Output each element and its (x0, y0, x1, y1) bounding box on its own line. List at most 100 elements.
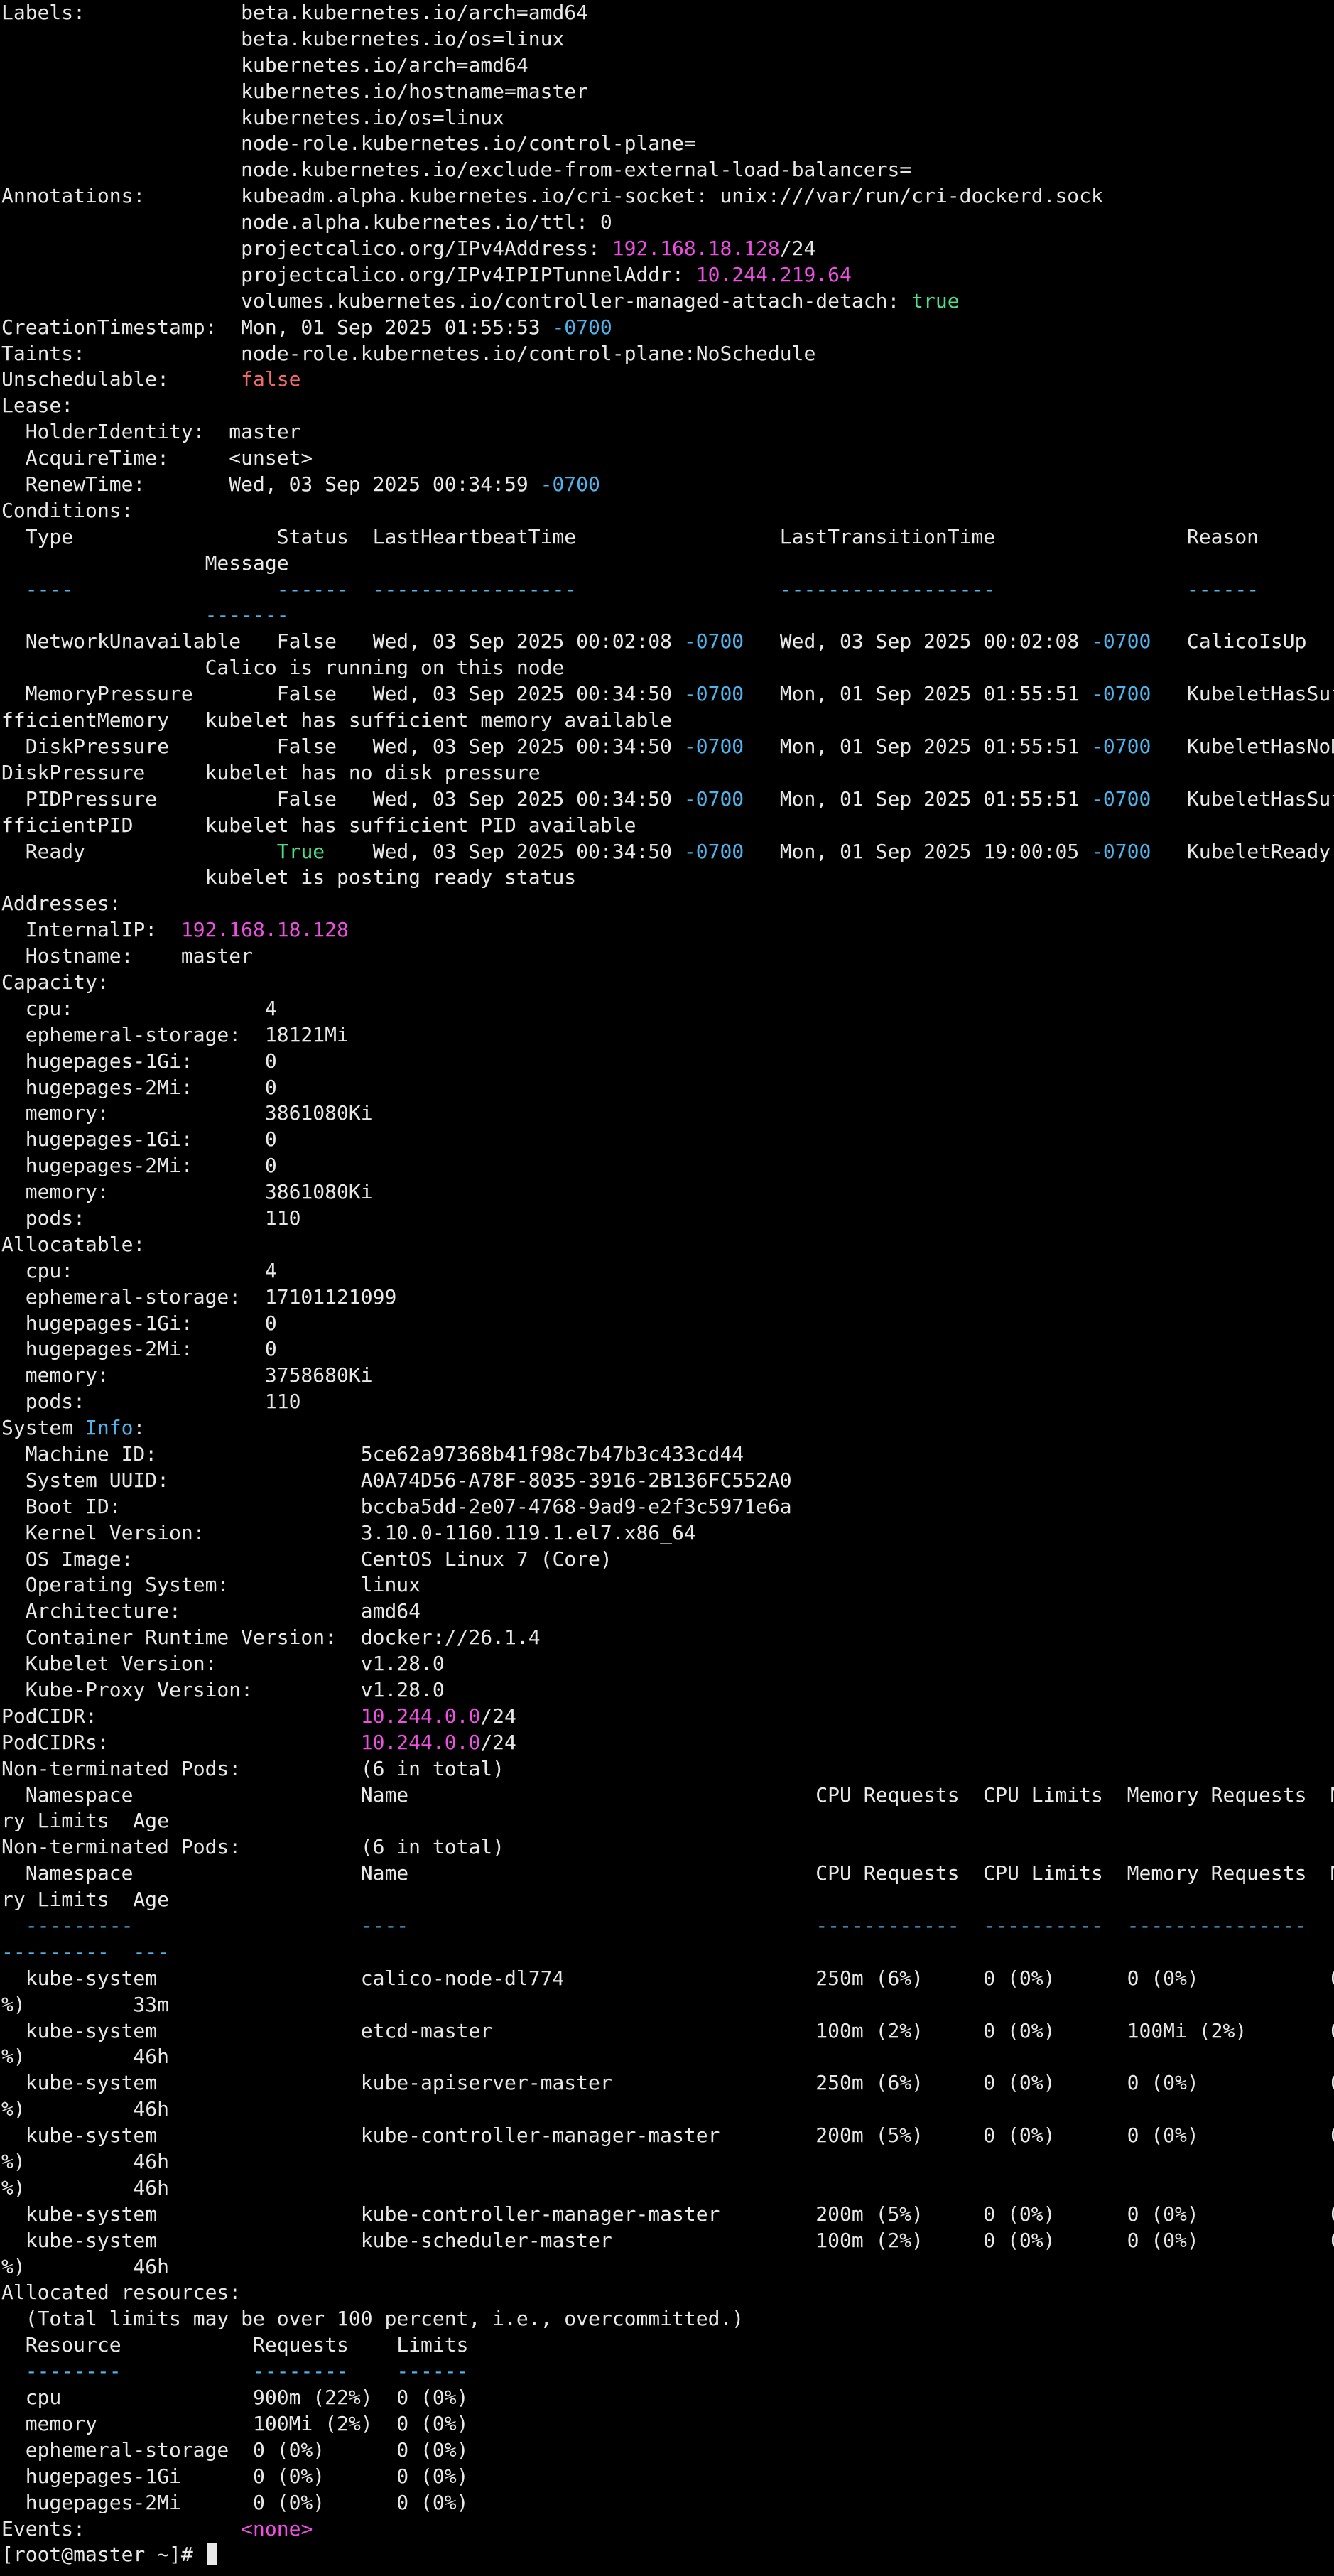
terminal-text-segment: kubernetes.io/hostname=master (1, 79, 589, 103)
terminal-line: hugepages-1Gi: 0 (0, 1049, 1334, 1075)
terminal-line: Calico is running on this node (0, 655, 1334, 681)
terminal-text-segment: Annotations: kubeadm.alpha.kubernetes.io… (1, 184, 1103, 208)
shell-prompt-line[interactable]: [root@master ~]# (0, 2542, 1334, 2568)
terminal-text-segment: kubernetes.io/arch=amd64 (1, 53, 528, 77)
terminal-line: node.kubernetes.io/exclude-from-external… (0, 157, 1334, 183)
terminal-text-segment: %) 46h (1, 2045, 170, 2069)
terminal-text-segment: kubelet is posting ready status (1, 865, 577, 889)
terminal-line: NetworkUnavailable False Wed, 03 Sep 202… (0, 629, 1334, 655)
terminal-line: Kubelet Version: v1.28.0 (0, 1651, 1334, 1677)
terminal-text-segment: Operating System: linux (1, 1573, 421, 1597)
terminal-text-segment: cpu: 4 (1, 996, 277, 1020)
terminal-line: Resource Requests Limits (0, 2332, 1334, 2359)
terminal-text-segment: Allocated resources: (1, 2280, 242, 2305)
terminal-line: kubernetes.io/arch=amd64 (0, 53, 1334, 79)
terminal-line: Addresses: (0, 891, 1334, 917)
terminal-line: ry Limits Age (0, 1808, 1334, 1834)
terminal-text-segment: hugepages-1Gi: 0 (1, 1127, 277, 1152)
terminal-line: OS Image: CentOS Linux 7 (Core) (0, 1547, 1334, 1573)
terminal-text-segment: Calico is running on this node (1, 656, 565, 680)
terminal-text-segment: : (133, 1416, 146, 1440)
terminal-line: Capacity: (0, 970, 1334, 996)
terminal-line: kubernetes.io/os=linux (0, 105, 1334, 131)
terminal-text-segment: hugepages-2Mi: 0 (1, 1075, 277, 1099)
terminal-text-segment: ephemeral-storage: 17101121099 (1, 1284, 397, 1309)
terminal-text-segment: RenewTime: Wed, 03 Sep 2025 00:34:59 (1, 472, 541, 497)
terminal-text-segment: ---------- (983, 1914, 1103, 1938)
terminal-line: %) 46h (0, 2044, 1334, 2070)
terminal-text-segment: Type Status LastHeartbeatTime LastTransi… (1, 524, 1259, 548)
terminal-line: kube-system calico-node-dl774 250m (6%) … (0, 1966, 1334, 1992)
terminal-text-segment: ----------------- (372, 577, 577, 601)
terminal-line: Message (0, 551, 1334, 577)
terminal-line: HolderIdentity: master (0, 419, 1334, 445)
terminal-text-segment: True (276, 839, 325, 863)
terminal-text-segment: Ready (1, 839, 277, 863)
terminal-text-segment: cpu 900m (22%) 0 (0%) (1, 2386, 469, 2410)
terminal-output: Labels: beta.kubernetes.io/arch=amd64 be… (0, 0, 1334, 2542)
terminal-text-segment: MemoryPressure False Wed, 03 Sep 2025 00… (1, 682, 684, 706)
terminal-text-segment: -0700 (540, 472, 600, 497)
terminal-text-segment: OS Image: CentOS Linux 7 (Core) (1, 1547, 612, 1571)
terminal-text-segment: fficientPID kubelet has sufficient PID a… (1, 813, 636, 837)
terminal-line: pods: 110 (0, 1389, 1334, 1415)
terminal-text-segment: ------ (396, 2359, 469, 2383)
terminal-text-segment: hugepages-2Mi: 0 (1, 1337, 277, 1361)
terminal-line: hugepages-1Gi: 0 (0, 1311, 1334, 1337)
terminal-line: beta.kubernetes.io/os=linux (0, 26, 1334, 53)
terminal-text-segment: Mon, 01 Sep 2025 01:55:51 (744, 682, 1092, 706)
terminal-text-segment: -0700 (683, 682, 744, 706)
terminal-line: cpu 900m (22%) 0 (0%) (0, 2385, 1334, 2411)
terminal-line: kube-system kube-scheduler-master 100m (… (0, 2228, 1334, 2254)
terminal-text-segment: hugepages-2Mi: 0 (1, 1154, 277, 1178)
terminal-line: -------- -------- ------ (0, 2359, 1334, 2385)
terminal-text-segment: -0700 (1091, 839, 1151, 863)
terminal-text-segment: hugepages-1Gi 0 (0%) 0 (0%) (1, 2464, 469, 2488)
terminal-text-segment: pods: 110 (1, 1206, 301, 1230)
terminal-text-segment: -0700 (552, 315, 612, 339)
terminal-line: Type Status LastHeartbeatTime LastTransi… (0, 524, 1334, 551)
terminal-text-segment: Addresses: (1, 892, 121, 916)
terminal-text-segment: HolderIdentity: master (1, 420, 301, 444)
terminal-text-segment: AcquireTime: <unset> (1, 446, 313, 470)
terminal-text-segment: memory: 3758680Ki (1, 1363, 373, 1387)
terminal-text-segment: kube-system kube-controller-manager-mast… (1, 2123, 1334, 2148)
terminal-line: hugepages-2Mi: 0 (0, 1153, 1334, 1179)
terminal-line: kube-system kube-controller-manager-mast… (0, 2123, 1334, 2149)
terminal-text-segment: kube-system kube-controller-manager-mast… (1, 2202, 1334, 2226)
terminal-text-segment: Namespace Name CPU Requests CPU Limits M… (25, 1861, 1334, 1885)
terminal-line: Allocatable: (0, 1232, 1334, 1258)
terminal-text-segment: pods: 110 (1, 1390, 301, 1414)
terminal-text-segment: 192.168.18.128 (180, 918, 349, 942)
terminal-text-segment: InternalIP: (1, 918, 181, 942)
terminal-line: memory: 3758680Ki (0, 1363, 1334, 1389)
terminal-line: memory: 3861080Ki (0, 1179, 1334, 1206)
terminal-text-segment: Kubelet Version: v1.28.0 (1, 1652, 445, 1676)
terminal-text-segment: Architecture: amd64 (1, 1599, 421, 1623)
terminal-text-segment: Info (85, 1416, 134, 1440)
terminal-line: fficientMemory kubelet has sufficient me… (0, 708, 1334, 734)
terminal-text-segment: Mon, 01 Sep 2025 01:55:51 (744, 786, 1092, 811)
terminal-line: Kube-Proxy Version: v1.28.0 (0, 1677, 1334, 1704)
terminal-line: Annotations: kubeadm.alpha.kubernetes.io… (0, 183, 1334, 210)
terminal-text-segment: KubeletReady (1151, 839, 1331, 863)
terminal-text-segment: 10.244.219.64 (695, 262, 852, 286)
terminal-line: AcquireTime: <unset> (0, 445, 1334, 472)
terminal-text-segment: --------- (1, 1914, 134, 1938)
terminal-text-segment: Unschedulable: (1, 367, 242, 391)
terminal-text-segment: -0700 (683, 629, 744, 654)
terminal-window[interactable]: Labels: beta.kubernetes.io/arch=amd64 be… (0, 0, 1334, 2576)
terminal-text-segment: Capacity: (1, 970, 109, 994)
terminal-text-segment: Lease: (1, 394, 74, 418)
terminal-line: Namespace Name CPU Requests CPU Limits M… (0, 1861, 1334, 1887)
terminal-line: cpu: 4 (0, 996, 1334, 1022)
terminal-line: node-role.kubernetes.io/control-plane= (0, 131, 1334, 157)
terminal-text-segment: 10.244.0.0 (360, 1704, 481, 1728)
terminal-text-segment: node-role.kubernetes.io/control-plane= (1, 131, 696, 156)
